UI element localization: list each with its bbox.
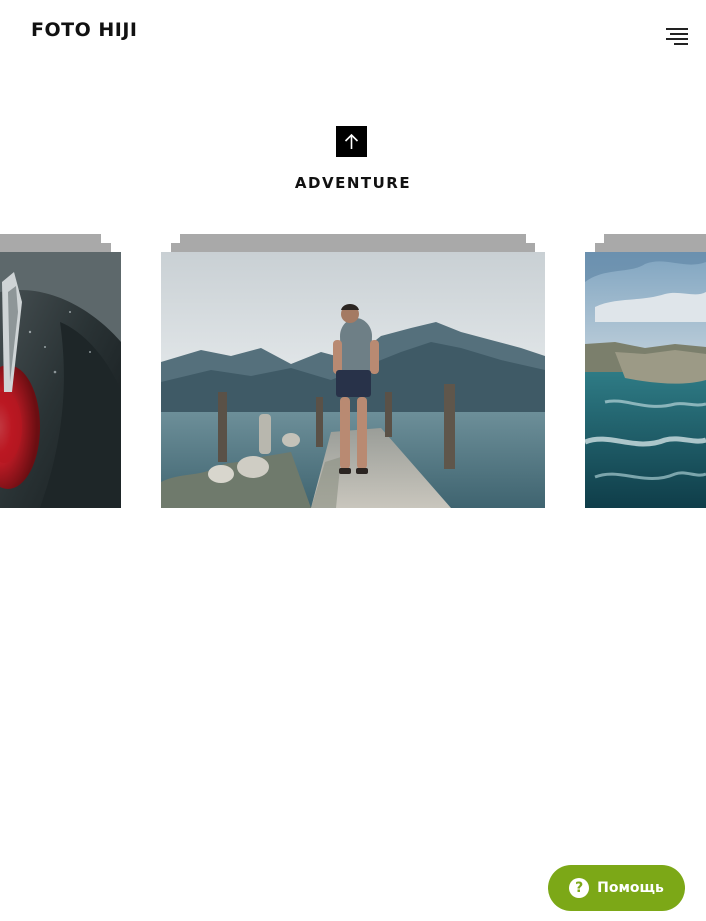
car-taillight-photo[interactable] — [0, 252, 121, 508]
ocean-coast-photo[interactable] — [585, 252, 706, 508]
hamburger-menu-icon[interactable] — [662, 25, 688, 47]
help-label: Помощь — [597, 880, 664, 896]
card-stack-back — [604, 234, 706, 243]
site-logo[interactable]: FOTO HIJI — [31, 19, 137, 41]
menu-line — [666, 28, 688, 30]
menu-line — [674, 43, 688, 45]
card-stack-back — [180, 234, 526, 243]
gallery-title: ADVENTURE — [294, 174, 412, 192]
card-stack-middle — [0, 243, 111, 252]
menu-line — [670, 33, 688, 35]
menu-line — [666, 38, 688, 40]
man-on-pier-photo[interactable] — [161, 252, 545, 508]
gallery-card-center[interactable] — [161, 234, 545, 508]
gallery-card-right[interactable] — [585, 234, 706, 508]
card-stack-middle — [171, 243, 535, 252]
card-stack-back — [0, 234, 101, 243]
question-mark-icon: ? — [569, 878, 590, 898]
gallery-card-left[interactable] — [0, 234, 121, 508]
arrow-up-icon[interactable] — [336, 126, 367, 157]
help-widget-button[interactable]: ? Помощь — [548, 865, 685, 911]
card-stack-middle — [595, 243, 706, 252]
